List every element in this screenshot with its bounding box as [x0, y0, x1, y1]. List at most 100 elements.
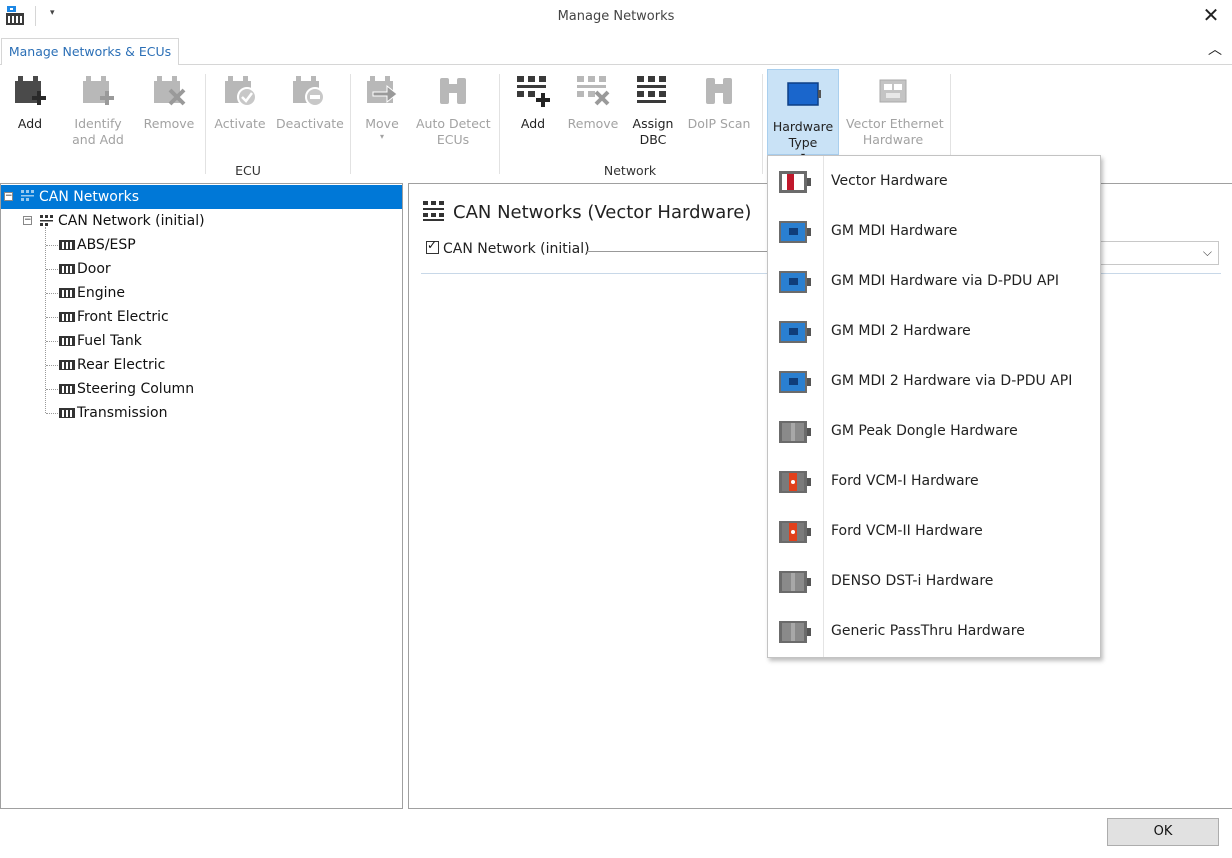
hardware-type-label-line2: Type: [788, 135, 818, 150]
hardware-menu-item-label: GM MDI Hardware via D-PDU API: [831, 273, 1059, 289]
tree-connector: [46, 341, 58, 342]
ecu-icon: [59, 384, 75, 394]
hardware-menu-item[interactable]: GM MDI Hardware via D-PDU API: [768, 257, 1100, 307]
ecu-icon: [59, 408, 75, 418]
hardware-type-button[interactable]: Hardware Type ▾: [767, 69, 839, 160]
hardware-menu-item-label: GM MDI 2 Hardware: [831, 323, 971, 339]
ford-vcm-icon: [779, 521, 811, 543]
move-button[interactable]: Move ▾: [358, 72, 406, 142]
hardware-menu-item[interactable]: GM Peak Dongle Hardware: [768, 407, 1100, 457]
network-checkbox-row[interactable]: CAN Network (initial): [426, 238, 590, 257]
network-enabled-checkbox[interactable]: [426, 238, 439, 254]
ecu-add-label: Add: [17, 116, 43, 131]
tree-item-ecu[interactable]: Fuel Tank: [59, 329, 142, 353]
move-dropdown-icon: ▾: [379, 132, 384, 141]
generic-dongle-icon: [779, 621, 811, 643]
tree-item-ecu[interactable]: ABS/ESP: [59, 233, 136, 257]
tree-item-ecu[interactable]: Rear Electric: [59, 353, 165, 377]
tree-connector: [46, 389, 58, 390]
auto-detect-label-line2: ECUs: [436, 132, 470, 147]
network-tree: − CAN Networks − CAN Network (initial) A…: [0, 183, 403, 809]
collapse-toggle-icon[interactable]: −: [4, 192, 13, 201]
tab-manage-networks-ecus[interactable]: Manage Networks & ECUs: [1, 38, 179, 66]
tree-item-ecu[interactable]: Engine: [59, 281, 125, 305]
ford-vcm-icon: [779, 471, 811, 493]
ecu-label: Front Electric: [77, 309, 169, 325]
tree-connector: [46, 293, 58, 294]
network-remove-button[interactable]: Remove: [566, 72, 620, 132]
ecu-label: Steering Column: [77, 381, 195, 397]
ecu-label: ABS/ESP: [77, 237, 136, 253]
hardware-menu-item[interactable]: Generic PassThru Hardware: [768, 607, 1100, 657]
tree-item-ecu[interactable]: Door: [59, 257, 111, 281]
auto-detect-ecus-button[interactable]: Auto Detect ECUs: [416, 72, 491, 148]
ecu-icon: [59, 360, 75, 370]
ecu-icon: [59, 240, 75, 250]
hardware-menu-item-label: DENSO DST-i Hardware: [831, 573, 994, 589]
assign-dbc-label-line1: Assign: [632, 116, 674, 131]
move-label: Move: [365, 116, 399, 131]
hardware-menu-item[interactable]: GM MDI 2 Hardware: [768, 307, 1100, 357]
vector-ethernet-hardware-button[interactable]: Vector Ethernet Hardware: [846, 72, 944, 148]
gm-mdi-icon: [779, 221, 811, 243]
networks-icon: [423, 201, 444, 221]
hardware-menu-item-label: Generic PassThru Hardware: [831, 623, 1025, 639]
vector-hardware-icon: [779, 171, 811, 193]
ecu-group-label: ECU: [235, 163, 261, 178]
tree-connector: [46, 413, 58, 414]
hardware-menu-item[interactable]: DENSO DST-i Hardware: [768, 557, 1100, 607]
tree-item-ecu[interactable]: Transmission: [59, 401, 167, 425]
assign-dbc-button[interactable]: Assign DBC: [630, 72, 676, 148]
identify-and-add-button[interactable]: Identify and Add: [70, 72, 126, 148]
ok-button[interactable]: OK: [1107, 818, 1219, 846]
network-remove-label: Remove: [567, 116, 619, 131]
tree-item-can-network-initial[interactable]: − CAN Network (initial): [1, 209, 402, 233]
hardware-menu-item-label: Ford VCM-I Hardware: [831, 473, 979, 489]
hardware-menu-item-label: Ford VCM-II Hardware: [831, 523, 983, 539]
activate-button[interactable]: Activate: [212, 72, 268, 132]
tree-item-can-networks[interactable]: − CAN Networks: [1, 185, 402, 209]
auto-detect-label-line1: Auto Detect: [416, 116, 491, 131]
networks-icon: [21, 190, 34, 201]
hardware-menu-item[interactable]: Ford VCM-II Hardware: [768, 507, 1100, 557]
network-add-icon: [517, 76, 550, 107]
hardware-menu-item[interactable]: Ford VCM-I Hardware: [768, 457, 1100, 507]
ecu-identify-icon: [83, 76, 114, 105]
hardware-menu-item[interactable]: Vector Hardware: [768, 157, 1100, 207]
tree-connector: [46, 245, 58, 246]
tree-connector: [46, 365, 58, 366]
ribbon-separator: [762, 74, 763, 174]
network-add-button[interactable]: Add: [512, 72, 554, 132]
hardware-menu-item[interactable]: GM MDI 2 Hardware via D-PDU API: [768, 357, 1100, 407]
collapse-toggle-icon[interactable]: −: [23, 216, 32, 225]
ecu-remove-icon: [154, 76, 186, 106]
network-icon: [40, 215, 53, 226]
binoculars-icon: [440, 78, 466, 104]
ecu-label: Rear Electric: [77, 357, 166, 373]
tree-label-can-network: CAN Network (initial): [58, 213, 205, 229]
ecu-icon: [59, 288, 75, 298]
network-group-label: Network: [603, 163, 657, 178]
tree-item-ecu[interactable]: Steering Column: [59, 377, 194, 401]
hardware-menu-item[interactable]: GM MDI Hardware: [768, 207, 1100, 257]
ecu-icon: [59, 264, 75, 274]
ecu-label: Engine: [77, 285, 125, 301]
hardware-icon: [787, 82, 821, 106]
manage-networks-window: ▾ Manage Networks ✕ Manage Networks & EC…: [0, 0, 1232, 858]
doip-scan-button[interactable]: DoIP Scan: [686, 72, 752, 132]
activate-icon: [225, 76, 257, 107]
ribbon-tab-strip: Manage Networks & ECUs ︿: [0, 34, 1232, 66]
tree-item-ecu[interactable]: Front Electric: [59, 305, 169, 329]
vector-ethernet-label-line2: Hardware: [862, 132, 924, 147]
hardware-channel-select[interactable]: ⌵: [1099, 241, 1219, 265]
deactivate-button[interactable]: Deactivate: [276, 72, 344, 132]
vector-ethernet-label-line1: Vector Ethernet: [846, 116, 944, 131]
ribbon-collapse-icon[interactable]: ︿: [1206, 41, 1224, 59]
ecu-remove-button[interactable]: Remove: [142, 72, 196, 132]
chevron-down-icon: ⌵: [1202, 245, 1212, 259]
divider: [587, 251, 767, 252]
tree-connector: [46, 317, 58, 318]
gm-mdi-icon: [779, 371, 811, 393]
close-icon[interactable]: ✕: [1200, 3, 1222, 27]
ecu-add-button[interactable]: Add: [8, 72, 52, 132]
